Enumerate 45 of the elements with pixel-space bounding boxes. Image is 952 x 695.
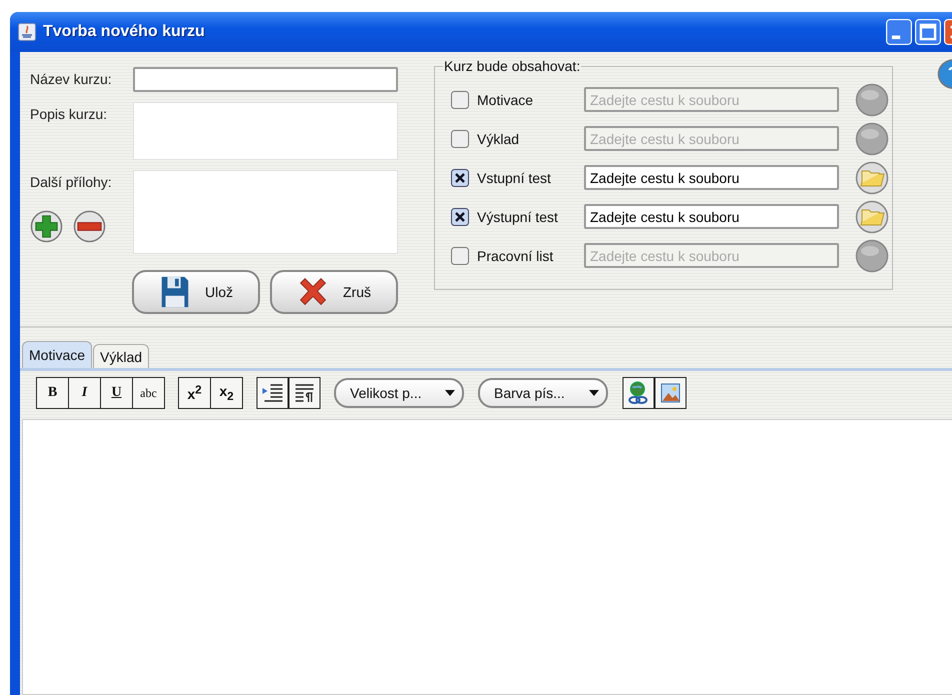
folder-icon[interactable] xyxy=(855,160,889,194)
dropdown[interactable]: Barva pís... xyxy=(478,378,608,408)
folder-icon[interactable] xyxy=(855,200,889,234)
cancel-button[interactable]: Zruš xyxy=(270,270,398,314)
checkbox[interactable] xyxy=(451,90,469,108)
checkbox[interactable] xyxy=(451,246,469,264)
editor-tab[interactable]: Motivace xyxy=(22,341,92,368)
caret-icon xyxy=(588,389,600,397)
app-icon xyxy=(18,23,36,41)
checkbox[interactable] xyxy=(451,130,469,148)
checkbox-label: Výklad xyxy=(477,130,520,146)
course-name-field[interactable] xyxy=(133,67,398,92)
paragraph-icon[interactable] xyxy=(288,377,321,409)
checkbox[interactable] xyxy=(451,208,469,226)
checkbox-label: Pracovní list xyxy=(477,248,554,264)
editor-tab[interactable]: Výklad xyxy=(93,344,150,368)
description-field[interactable] xyxy=(133,102,398,160)
save-button[interactable]: Ulož xyxy=(132,270,260,314)
checkbox-label: Vstupní test xyxy=(477,170,552,186)
maximize-icon[interactable] xyxy=(915,19,941,45)
field-label: Popis kurzu: xyxy=(30,105,108,124)
attachments-field[interactable] xyxy=(133,170,398,254)
underline-button[interactable]: U xyxy=(100,377,133,409)
add-icon[interactable] xyxy=(30,210,63,243)
bold-button[interactable]: B xyxy=(36,377,69,409)
field-label: Další přílohy: xyxy=(30,173,113,190)
strike-button[interactable]: abc xyxy=(132,377,165,409)
italic-button[interactable]: I xyxy=(68,377,101,409)
dropdown[interactable]: Velikost p... xyxy=(334,378,464,408)
window-title: Tvorba nového kurzu xyxy=(43,23,205,41)
field-label: Název kurzu: xyxy=(30,70,113,89)
image-icon[interactable] xyxy=(654,377,687,409)
checkbox[interactable] xyxy=(451,168,469,186)
file-path-field[interactable]: Zadejte cestu k souboru xyxy=(584,204,839,229)
checkbox-label: Výstupní test xyxy=(477,208,559,224)
checkbox-label: Motivace xyxy=(477,92,534,108)
caret-icon xyxy=(444,389,456,397)
indent-icon[interactable] xyxy=(256,377,289,409)
file-path-field[interactable]: Zadejte cestu k souboru xyxy=(584,165,839,190)
sup-button[interactable]: x$^{2}$ xyxy=(178,377,211,409)
remove-icon[interactable] xyxy=(73,210,106,243)
sub-button[interactable]: x$_{2}$ xyxy=(210,377,243,409)
group-legend: Kurz bude obsahovat: xyxy=(443,58,582,74)
globe-link-icon[interactable] xyxy=(622,377,655,409)
minimize-icon[interactable] xyxy=(886,19,912,45)
